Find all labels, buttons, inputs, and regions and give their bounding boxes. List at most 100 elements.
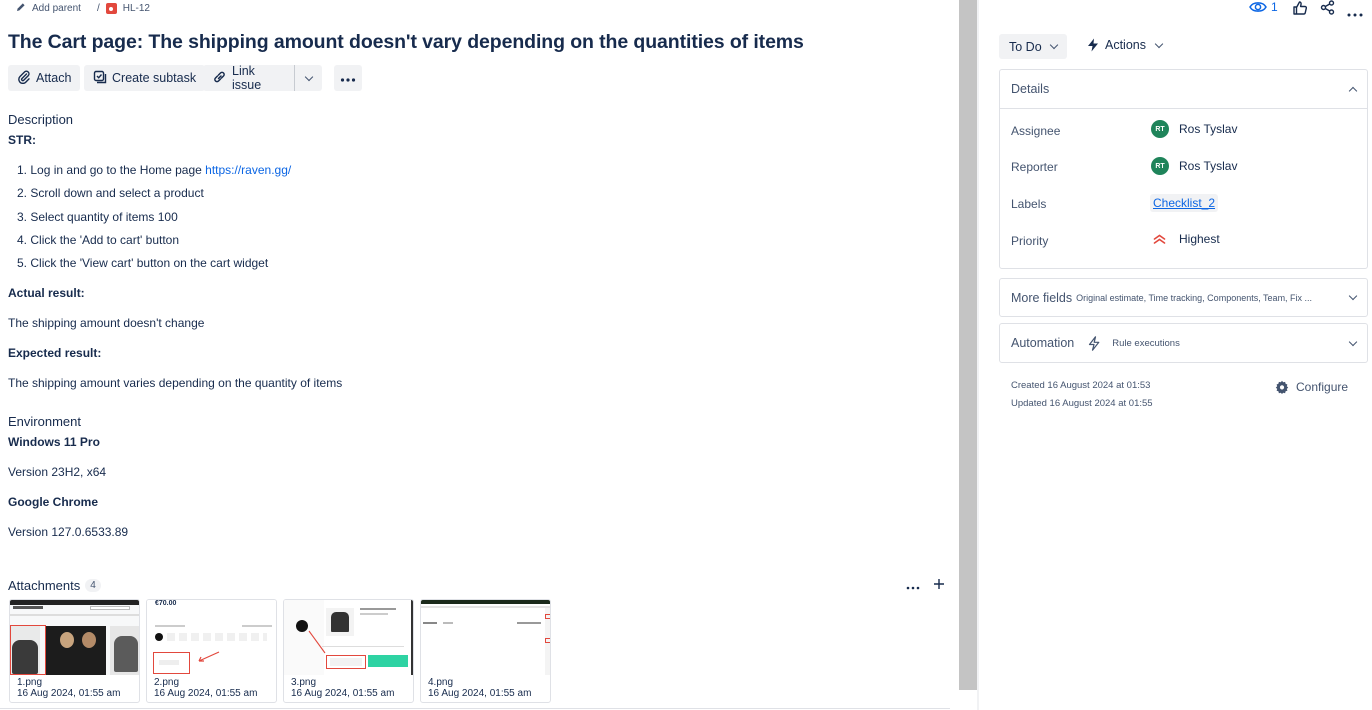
expected-result-label: Expected result: — [8, 346, 102, 360]
actual-result-label: Actual result: — [8, 286, 85, 300]
automation-label: Automation — [1011, 336, 1075, 350]
attachment-card[interactable]: 4.png 16 Aug 2024, 01:55 am — [420, 599, 551, 703]
create-subtask-button[interactable]: Create subtask — [84, 65, 206, 91]
attachments-more-button[interactable] — [906, 579, 920, 593]
breadcrumb-separator: / — [96, 3, 100, 14]
actions-label: Actions — [1105, 38, 1146, 52]
steps-list: 1. Log in and go to the Home page https:… — [17, 163, 291, 279]
details-header[interactable]: Details — [1000, 70, 1367, 109]
priority-value: Highest — [1179, 232, 1220, 246]
eye-icon — [1249, 2, 1267, 12]
scrollbar-track — [977, 0, 979, 710]
list-item: 5. Click the 'View cart' button on the c… — [17, 256, 269, 271]
add-parent-link[interactable]: Add parent — [32, 3, 81, 14]
attachment-thumbnail: €70.00 — [147, 600, 276, 675]
gear-icon — [1275, 380, 1289, 394]
more-fields-label: More fields — [1011, 290, 1073, 305]
attachment-card[interactable]: €70.00 2.png 16 Aug 2024, 01:55 am — [146, 599, 277, 703]
assignee-label: Assignee — [1011, 124, 1061, 138]
assignee-field[interactable]: RT Ros Tyslav — [1151, 120, 1237, 138]
link-issue-dropdown-button[interactable] — [295, 65, 322, 91]
environment-heading: Environment — [8, 414, 81, 429]
priority-field[interactable]: Highest — [1153, 232, 1220, 246]
issue-title[interactable]: The Cart page: The shipping amount doesn… — [8, 31, 804, 54]
vote-button[interactable] — [1292, 0, 1308, 19]
attachment-name: 2.png — [154, 677, 180, 688]
thumbs-up-icon — [1293, 1, 1308, 15]
bug-icon — [105, 3, 117, 14]
chevron-down-icon — [1049, 40, 1058, 50]
share-icon — [1320, 0, 1335, 15]
chevron-down-icon — [304, 72, 313, 81]
description-heading: Description — [8, 112, 74, 127]
more-fields-panel[interactable]: More fields Original estimate, Time trac… — [999, 278, 1368, 317]
breadcrumb: Add parent / HL-12 — [16, 2, 150, 15]
automation-hint: Rule executions — [1112, 337, 1180, 349]
list-item: 2. Scroll down and select a product — [17, 186, 204, 201]
status-value: To Do — [1009, 39, 1042, 54]
expected-result-text: The shipping amount varies depending on … — [8, 376, 343, 390]
paperclip-icon — [17, 70, 31, 87]
attach-label: Attach — [36, 71, 72, 85]
issue-key-link[interactable]: HL-12 — [123, 3, 150, 14]
reporter-label: Reporter — [1011, 160, 1058, 174]
watchers-count: 1 — [1271, 0, 1278, 14]
link-icon — [212, 70, 227, 87]
attachment-card[interactable]: 3.png 16 Aug 2024, 01:55 am — [283, 599, 414, 703]
attachments-header: Attachments 4 — [8, 578, 101, 593]
main-scrollbar[interactable] — [959, 0, 977, 690]
attachments-heading: Attachments — [8, 578, 81, 593]
priority-highest-icon — [1153, 234, 1166, 244]
attachment-thumbnail — [10, 600, 139, 675]
thumbnail-price: €70.00 — [155, 600, 177, 607]
add-attachment-button[interactable] — [933, 578, 945, 593]
chevron-down-icon — [1348, 291, 1358, 301]
attach-button[interactable]: Attach — [8, 65, 81, 91]
lightning-icon — [1089, 335, 1100, 351]
attachments-count-badge: 4 — [85, 579, 101, 592]
list-item: 3. Select quantity of items 100 — [17, 209, 178, 224]
list-item: 1. Log in and go to the Home page https:… — [17, 163, 292, 177]
link-issue-label: Link issue — [232, 64, 262, 92]
chevron-up-icon — [1348, 86, 1358, 95]
attachment-date: 16 Aug 2024, 01:55 am — [428, 688, 532, 699]
list-item: 4. Click the 'Add to cart' button — [17, 232, 180, 247]
updated-date: Updated 16 August 2024 at 01:55 — [1011, 398, 1153, 409]
link-issue-button[interactable]: Link issue — [203, 64, 294, 92]
actual-result-text: The shipping amount doesn't change — [8, 316, 205, 330]
reporter-field[interactable]: RT Ros Tyslav — [1151, 157, 1237, 175]
watch-button[interactable]: 1 — [1249, 0, 1278, 14]
configure-label: Configure — [1296, 380, 1349, 394]
priority-label: Priority — [1011, 234, 1049, 248]
issue-more-button[interactable] — [1347, 6, 1363, 20]
attachment-date: 16 Aug 2024, 01:55 am — [291, 688, 395, 699]
details-heading: Details — [1011, 82, 1050, 96]
automation-panel[interactable]: Automation Rule executions — [999, 323, 1368, 363]
raven-link[interactable]: https://raven.gg/ — [205, 163, 291, 177]
create-subtask-label: Create subtask — [112, 71, 197, 85]
label-tag[interactable]: Checklist_2 — [1150, 194, 1219, 212]
labels-label: Labels — [1011, 197, 1047, 211]
created-date: Created 16 August 2024 at 01:53 — [1011, 380, 1151, 391]
subtask-icon — [93, 70, 107, 87]
attachment-name: 4.png — [428, 677, 454, 688]
chevron-down-icon — [1348, 337, 1358, 346]
attachment-name: 1.png — [17, 677, 43, 688]
attachment-thumbnail — [284, 600, 413, 675]
more-actions-button[interactable] — [334, 65, 362, 91]
more-fields-hint: Original estimate, Time tracking, Compon… — [1076, 292, 1313, 303]
avatar: RT — [1151, 120, 1169, 138]
assignee-name: Ros Tyslav — [1179, 122, 1238, 136]
reporter-name: Ros Tyslav — [1179, 159, 1238, 173]
status-dropdown[interactable]: To Do — [999, 34, 1067, 59]
attachment-name: 3.png — [291, 677, 317, 688]
more-icon — [906, 586, 920, 590]
more-icon — [1347, 13, 1363, 17]
lightning-icon — [1088, 38, 1098, 52]
attachment-date: 16 Aug 2024, 01:55 am — [154, 688, 258, 699]
actions-dropdown[interactable]: Actions — [1087, 38, 1164, 52]
attachment-card[interactable]: 1.png 16 Aug 2024, 01:55 am — [9, 599, 140, 703]
configure-button[interactable]: Configure — [1275, 380, 1348, 394]
share-button[interactable] — [1320, 0, 1335, 18]
avatar: RT — [1151, 157, 1169, 175]
